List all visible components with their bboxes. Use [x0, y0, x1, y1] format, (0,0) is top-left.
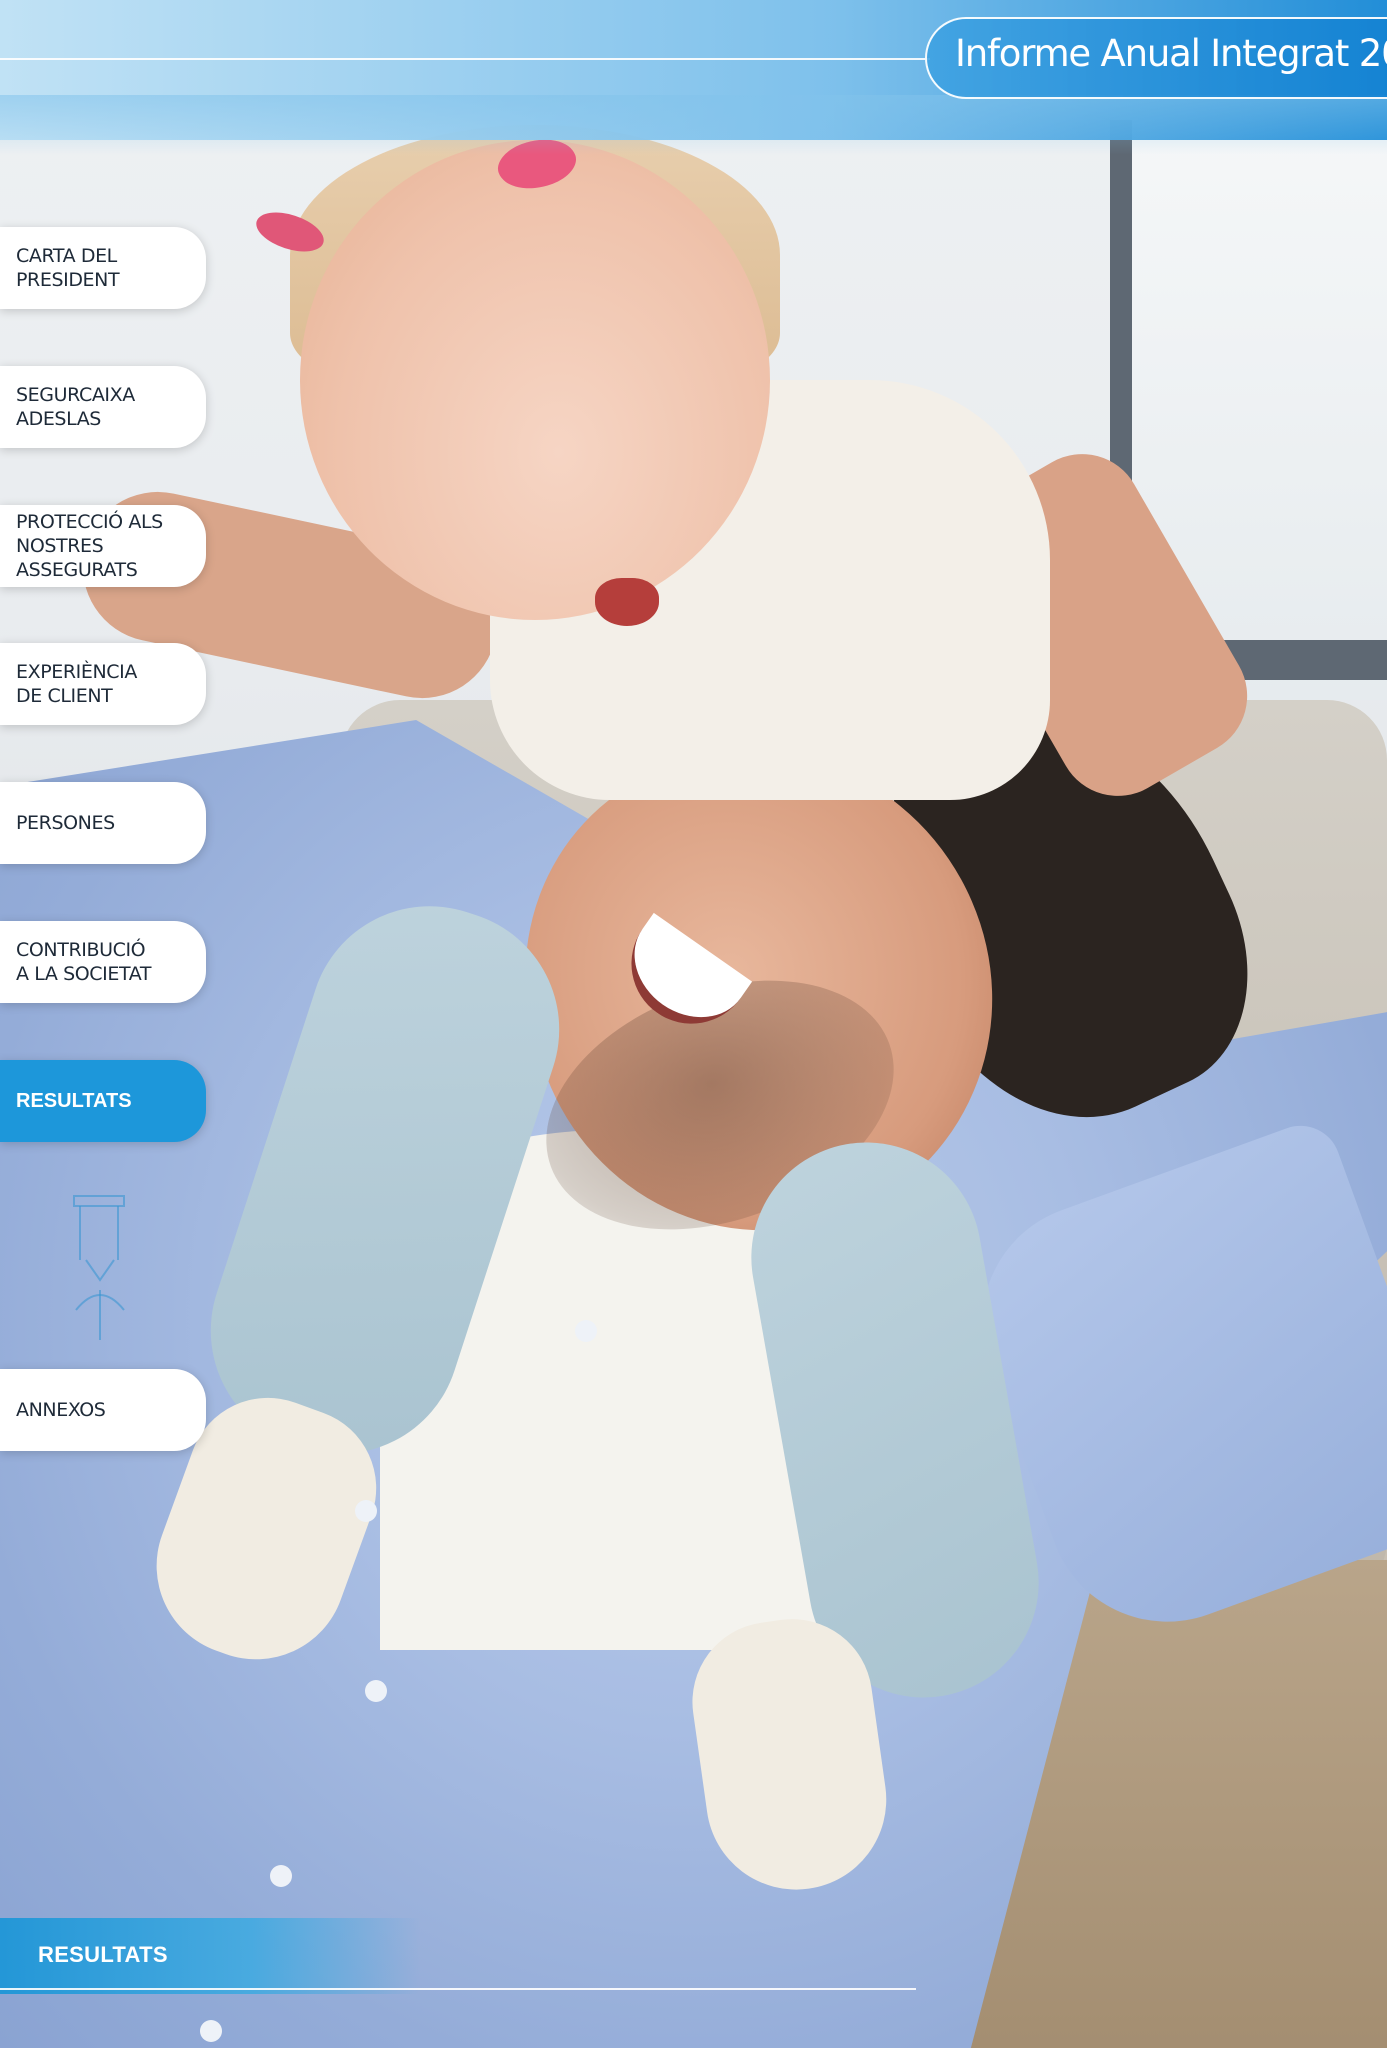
nav-item-experiencia-client[interactable]: EXPERIÈNCIA DE CLIENT: [0, 643, 206, 725]
cover-photo: [0, 0, 1387, 2048]
nav-item-persones[interactable]: PERSONES: [0, 782, 206, 864]
nav-item-segurcaixa-adeslas[interactable]: SEGURCAIXA ADESLAS: [0, 366, 206, 448]
nav-item-resultats[interactable]: RESULTATS: [0, 1060, 206, 1142]
nav-item-label: PERSONES: [16, 812, 115, 834]
header-divider: [0, 58, 930, 60]
nav-item-carta-del-president[interactable]: CARTA DEL PRESIDENT: [0, 227, 206, 309]
nav-item-label: SEGURCAIXA ADESLAS: [16, 384, 135, 430]
nav-item-proteccio-assegurats[interactable]: PROTECCIÓ ALS NOSTRES ASSEGURATS: [0, 505, 206, 587]
report-title: Informe Anual Integrat 2021: [955, 32, 1387, 75]
footer-section-label: RESULTATS: [38, 1942, 168, 1967]
nav-item-label: ANNEXOS: [16, 1399, 106, 1421]
baby-face: [300, 140, 770, 620]
nav-item-label: CARTA DEL PRESIDENT: [16, 245, 120, 291]
footer-divider: [0, 1988, 916, 1990]
nav-item-label: CONTRIBUCIÓ A LA SOCIETAT: [16, 939, 152, 985]
nav-item-label: EXPERIÈNCIA DE CLIENT: [16, 661, 137, 707]
nav-item-annexos[interactable]: ANNEXOS: [0, 1369, 206, 1451]
decorative-watermark-icon: [73, 1195, 125, 1340]
nav-item-label: PROTECCIÓ ALS NOSTRES ASSEGURATS: [16, 511, 163, 581]
nav-item-contribucio-societat[interactable]: CONTRIBUCIÓ A LA SOCIETAT: [0, 921, 206, 1003]
nav-item-label: RESULTATS: [16, 1090, 132, 1112]
